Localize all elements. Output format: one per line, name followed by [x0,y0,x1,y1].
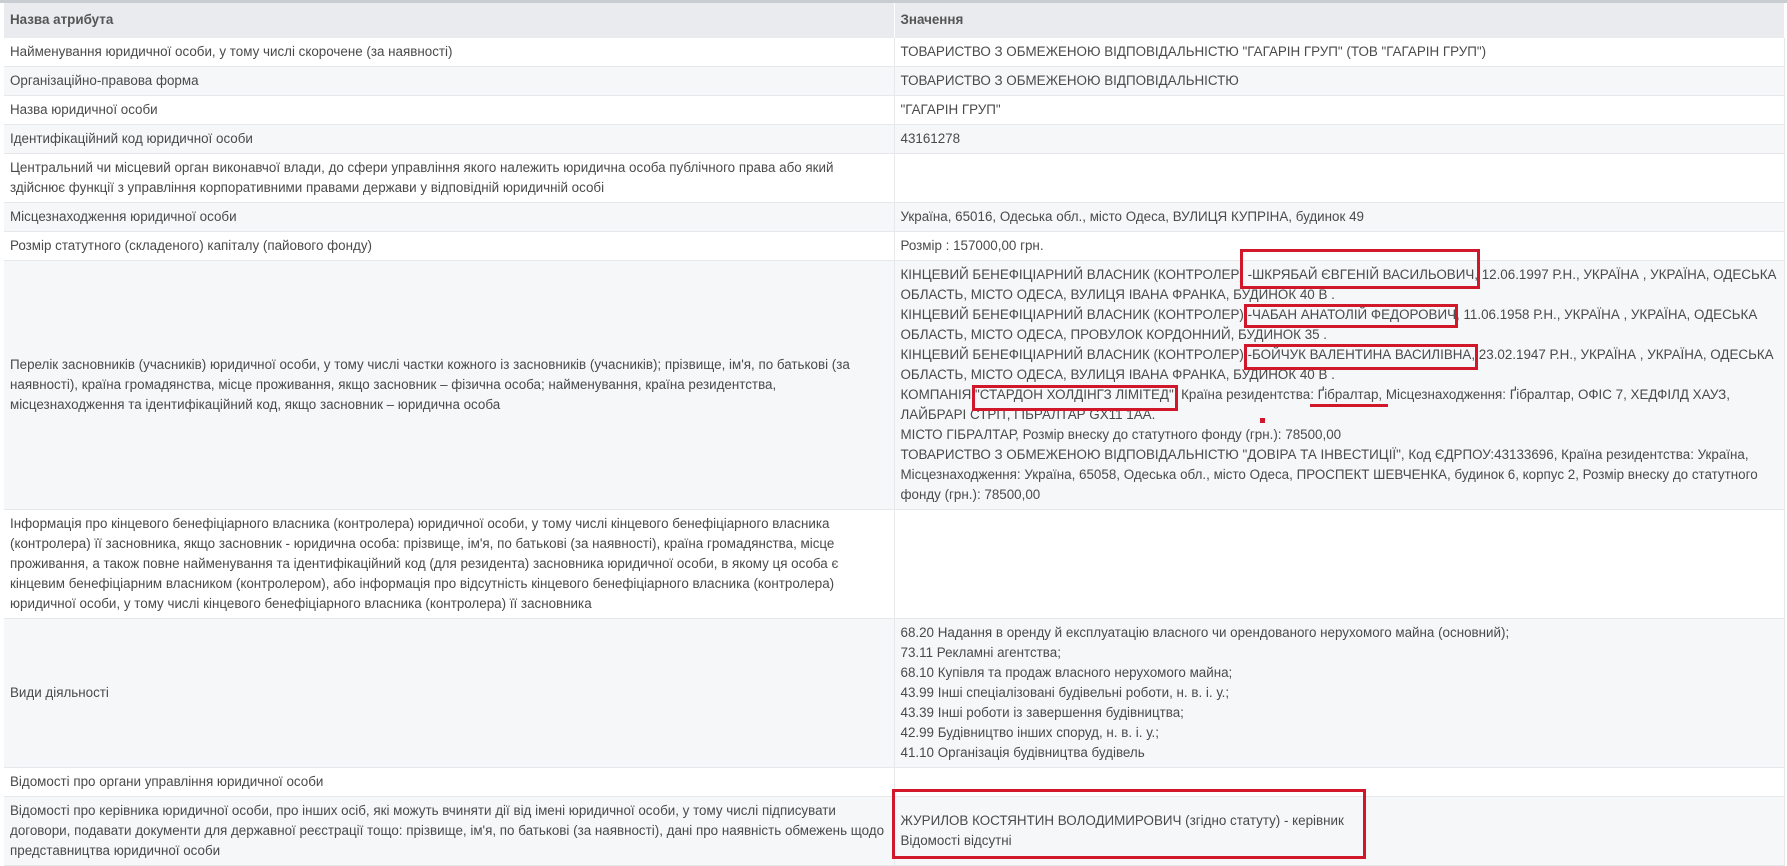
value-cell [894,767,1785,797]
value-cell: ТОВАРИСТВО З ОБМЕЖЕНОЮ ВІДПОВІДАЛЬНІСТЮ … [894,38,1785,67]
attribute-cell: Розмір статутного (складеного) капіталу … [4,231,895,261]
table-row: Відомості про органи управління юридично… [4,767,1785,797]
value-cell: Розмір : 157000,00 грн. [894,231,1785,261]
value-line: ЖУРИЛОВ КОСТЯНТИН ВОЛОДИМИРОВИЧ (згідно … [900,813,1344,828]
value-cell: Україна, 65016, Одеська обл., місто Одес… [894,202,1785,232]
value-line: 43.39 Інші роботи із завершення будівниц… [900,705,1184,720]
attribute-cell: Відомості про керівника юридичної особи,… [4,796,895,866]
value-line: КІНЦЕВИЙ БЕНЕФІЦІАРНИЙ ВЛАСНИК (КОНТРОЛЕ… [900,307,1758,342]
attribute-cell: Центральний чи місцевий орган виконавчої… [4,153,895,203]
value-cell: КІНЦЕВИЙ БЕНЕФІЦІАРНИЙ ВЛАСНИК (КОНТРОЛЕ… [894,260,1785,510]
value-line: "ГАГАРІН ГРУП" [900,102,1001,117]
value-line: 68.10 Купівля та продаж власного нерухом… [900,665,1233,680]
value-line: КІНЦЕВИЙ БЕНЕФІЦІАРНИЙ ВЛАСНИК (КОНТРОЛЕ… [900,347,1774,382]
value-cell: "ГАГАРІН ГРУП" [894,95,1785,125]
value-cell [894,509,1785,619]
attribute-cell: Види діяльності [4,618,895,768]
registry-table: Назва атрибута Значення Найменування юри… [4,0,1785,866]
attribute-cell: Відомості про органи управління юридично… [4,767,895,797]
table-row: Відомості про керівника юридичної особи,… [4,796,1785,866]
attribute-cell: Місцезнаходження юридичної особи [4,202,895,232]
underline-gibraltar [1310,404,1388,407]
header-attribute[interactable]: Назва атрибута [4,0,895,38]
value-cell: ТОВАРИСТВО З ОБМЕЖЕНОЮ ВІДПОВІДАЛЬНІСТЮ [894,66,1785,96]
table-row: Ідентифікаційний код юридичної особи 4316… [4,124,1785,154]
table-row: Види діяльності 68.20 Надання в оренду й … [4,618,1785,768]
annotation-dot [1260,418,1265,423]
value-line: Відомості відсутні [900,833,1012,848]
table-row: Організаційно-правова форма ТОВАРИСТВО З … [4,66,1785,96]
value-line: ТОВАРИСТВО З ОБМЕЖЕНОЮ ВІДПОВІДАЛЬНІСТЮ … [900,447,1758,502]
value-line: 68.20 Надання в оренду й експлуатацію вл… [900,625,1510,640]
attribute-cell: Ідентифікаційний код юридичної особи [4,124,895,154]
attribute-cell: Організаційно-правова форма [4,66,895,96]
table-body: Найменування юридичної особи, у тому чис… [4,38,1785,866]
value-line: Україна, 65016, Одеська обл., місто Одес… [900,209,1364,224]
value-line: 43.99 Інші спеціалізовані будівельні роб… [900,685,1230,700]
attribute-cell: Найменування юридичної особи, у тому чис… [4,38,895,67]
value-line: ТОВАРИСТВО З ОБМЕЖЕНОЮ ВІДПОВІДАЛЬНІСТЮ … [900,44,1487,59]
value-line: МІСТО ГІБРАЛТАР, Розмір внеску до статут… [900,427,1342,442]
table-row: Розмір статутного (складеного) капіталу … [4,231,1785,261]
value-line: Розмір : 157000,00 грн. [900,238,1044,253]
attribute-cell: Назва юридичної особи [4,95,895,125]
value-cell: ЖУРИЛОВ КОСТЯНТИН ВОЛОДИМИРОВИЧ (згідно … [894,796,1785,866]
table-row: Центральний чи місцевий орган виконавчої… [4,153,1785,203]
table-row: Місцезнаходження юридичної особи Україна,… [4,202,1785,232]
attribute-cell: Інформація про кінцевого бенефіціарного … [4,509,895,619]
table-row: Найменування юридичної особи, у тому чис… [4,38,1785,67]
value-cell [894,153,1785,203]
table-row: Назва юридичної особи "ГАГАРІН ГРУП" [4,95,1785,125]
value-cell: 43161278 [894,124,1785,154]
value-line: ТОВАРИСТВО З ОБМЕЖЕНОЮ ВІДПОВІДАЛЬНІСТЮ [900,73,1239,88]
value-line: 73.11 Рекламні агентства; [900,645,1061,660]
attribute-cell: Перелік засновників (учасників) юридично… [4,260,895,510]
table-header-row: Назва атрибута Значення [4,0,1785,38]
header-value[interactable]: Значення [894,0,1785,38]
value-cell: 68.20 Надання в оренду й експлуатацію вл… [894,618,1785,768]
value-line: КІНЦЕВИЙ БЕНЕФІЦІАРНИЙ ВЛАСНИК (КОНТРОЛЕ… [900,267,1777,302]
top-shadow [0,0,1787,3]
value-line: 42.99 Будівництво інших споруд, н. в. і.… [900,725,1160,740]
table-row: Інформація про кінцевого бенефіціарного … [4,509,1785,619]
value-line: 41.10 Організація будівництва будівель [900,745,1145,760]
table-row: Перелік засновників (учасників) юридично… [4,260,1785,510]
value-line: 43161278 [900,131,961,146]
